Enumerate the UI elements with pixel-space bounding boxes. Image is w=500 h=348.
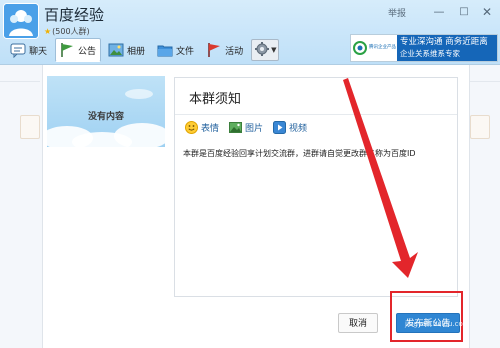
image-button[interactable]: 图片 xyxy=(229,121,263,134)
tab-album-label: 相册 xyxy=(127,46,146,57)
report-link[interactable]: 举报 xyxy=(388,6,406,19)
emoji-button[interactable]: 表情 xyxy=(185,120,220,134)
gear-icon xyxy=(254,41,270,60)
video-button[interactable]: 视频 xyxy=(273,120,308,134)
qq-group-window: 百度经验 ★(500人群) 举报 — □ ✕ 聊天 公告 相册 文件 活动 ▼ … xyxy=(0,0,500,348)
group-avatar[interactable] xyxy=(3,3,39,39)
chevron-down-icon: ▼ xyxy=(271,46,277,54)
window-header: 百度经验 ★(500人群) 举报 — □ ✕ 聊天 公告 相册 文件 活动 ▼ … xyxy=(0,0,500,65)
ad-line2: 企业关系维系专家 xyxy=(400,49,460,58)
folder-icon xyxy=(157,42,173,58)
tab-events-label: 活动 xyxy=(225,46,244,57)
smiley-icon xyxy=(185,120,198,134)
emoji-label: 表情 xyxy=(201,123,220,134)
notice-title-input[interactable]: 本群须知 xyxy=(189,88,241,107)
chat-icon xyxy=(10,42,26,59)
notice-content-textarea[interactable]: 本群是百度经验回享计划交流群，进群请自觉更改群名称为百度ID xyxy=(183,148,451,159)
tab-announcement-label: 公告 xyxy=(78,46,97,57)
background-item xyxy=(470,115,490,139)
tab-events[interactable]: 活动 xyxy=(202,38,248,62)
close-button[interactable]: ✕ xyxy=(478,4,496,20)
main-area: 没有内容 本群须知 表情 图片 视频 本群是百度经验回享计划交流群，进群请自觉更… xyxy=(0,65,500,348)
event-flag-icon xyxy=(206,42,222,58)
video-label: 视频 xyxy=(289,123,308,134)
editor-divider xyxy=(175,114,457,115)
member-count-text: (500人群) xyxy=(52,27,90,36)
image-icon xyxy=(229,121,243,133)
enterprise-ad-banner[interactable]: 腾讯企业产品 专业深沟通 商务近距离 企业关系维系专家 xyxy=(350,34,498,62)
announcement-dialog: 没有内容 本群须知 表情 图片 视频 本群是百度经验回享计划交流群，进群请自觉更… xyxy=(42,65,470,348)
tab-files-label: 文件 xyxy=(176,46,195,57)
background-divider xyxy=(0,81,40,82)
ad-logo-icon xyxy=(353,41,367,55)
announcement-cover[interactable]: 没有内容 xyxy=(47,76,165,147)
star-icon: ★ xyxy=(44,27,52,36)
photo-album-icon xyxy=(108,42,124,58)
background-divider xyxy=(470,81,500,82)
tab-announcement[interactable]: 公告 xyxy=(55,38,102,62)
ad-logo: 腾讯企业产品 xyxy=(353,37,397,59)
cancel-button[interactable]: 取消 xyxy=(338,313,378,333)
empty-cover-text: 没有内容 xyxy=(87,112,124,122)
flag-icon xyxy=(59,42,75,58)
maximize-button[interactable]: □ xyxy=(455,4,473,20)
tab-files[interactable]: 文件 xyxy=(153,38,199,62)
video-icon xyxy=(273,120,287,134)
background-item xyxy=(20,115,40,139)
notice-editor: 本群须知 表情 图片 视频 本群是百度经验回享计划交流群，进群请自觉更改群名称为… xyxy=(174,77,458,297)
ad-line1: 专业深沟通 商务近距离 xyxy=(400,37,488,47)
image-label: 图片 xyxy=(245,123,264,134)
settings-dropdown[interactable]: ▼ xyxy=(251,39,280,61)
tab-chat[interactable]: 聊天 xyxy=(6,38,52,62)
publish-notice-button[interactable]: 发布新公告 xyxy=(396,313,460,333)
minimize-button[interactable]: — xyxy=(430,4,448,20)
tab-bar: 聊天 公告 相册 文件 活动 ▼ xyxy=(6,38,280,62)
group-name: 百度经验 xyxy=(44,6,105,24)
tab-album[interactable]: 相册 xyxy=(104,38,150,62)
ad-logo-text: 腾讯企业产品 xyxy=(369,45,396,50)
editor-toolbar: 表情 图片 视频 xyxy=(185,118,317,136)
ad-slogan: 专业深沟通 商务近距离 企业关系维系专家 xyxy=(397,35,497,61)
member-count: ★(500人群) xyxy=(44,26,90,37)
tab-chat-label: 聊天 xyxy=(29,46,48,57)
